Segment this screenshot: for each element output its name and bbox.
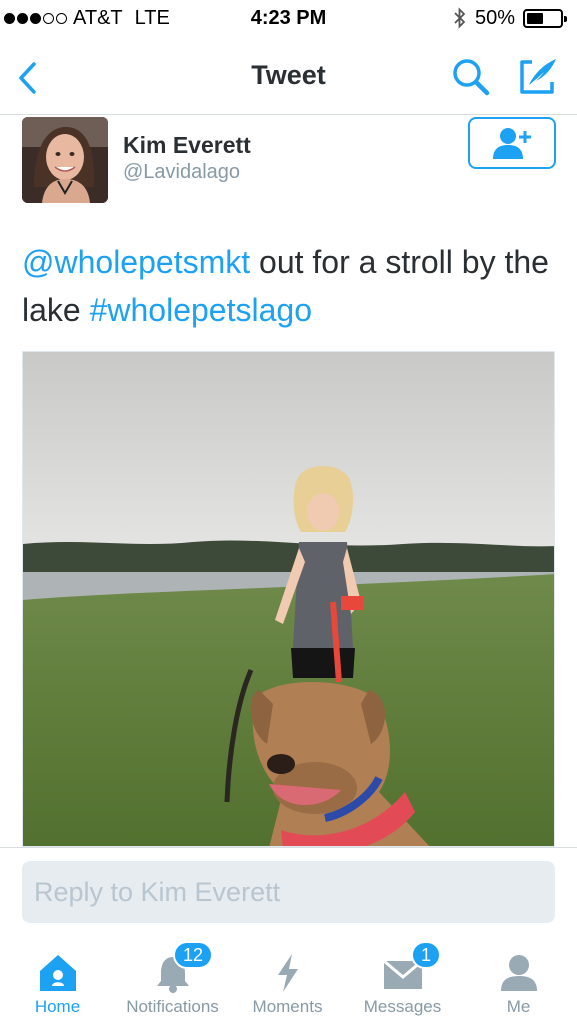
avatar[interactable] [22,117,108,203]
tweet-text: @wholepetsmkt out for a stroll by the la… [22,238,562,334]
tab-home[interactable]: Home [0,943,115,1024]
author-name[interactable]: Kim Everett [123,132,251,159]
search-icon[interactable] [450,56,492,98]
photo-image [23,352,554,846]
tab-notifications-label: Notifications [126,997,219,1016]
tab-me-label: Me [506,997,531,1016]
reply-input[interactable] [22,861,555,923]
battery-icon [523,8,567,28]
bluetooth-icon [454,7,466,29]
home-icon [39,955,76,991]
tab-me[interactable]: Me [460,943,577,1024]
status-bar: AT&T LTE 4:23 PM 50% [0,0,577,40]
tab-notifications[interactable]: 12 Notifications [115,941,230,1024]
person-icon [500,955,537,991]
hashtag-link[interactable]: #wholepetslago [90,292,312,328]
reply-area [0,847,577,943]
add-user-icon [493,128,531,159]
tweet-author: Kim Everett @Lavidalago [0,115,577,215]
battery-percent: 50% [474,6,515,29]
notifications-badge: 12 [173,941,214,969]
author-handle[interactable]: @Lavidalago [123,161,240,184]
status-right: 50% [453,6,567,30]
tweet-photo[interactable] [22,351,555,847]
tab-moments-label: Moments [252,997,323,1016]
compose-tweet-icon[interactable] [514,54,560,100]
tab-bar: Home 12 Notifications Moments 1 Messages… [0,941,577,1024]
tab-moments[interactable]: Moments [230,943,345,1024]
tab-messages[interactable]: 1 Messages [345,941,460,1024]
follow-button[interactable] [468,117,556,169]
tab-messages-label: Messages [363,997,442,1016]
mention-link[interactable]: @wholepetsmkt [22,244,250,280]
lightning-icon [277,954,298,992]
messages-badge: 1 [411,941,442,969]
tab-home-label: Home [34,997,81,1016]
navigation-bar: Tweet [0,40,577,115]
